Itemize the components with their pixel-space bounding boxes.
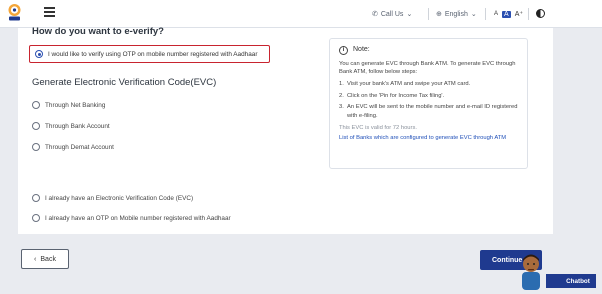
call-us-label: Call Us — [380, 10, 404, 18]
menu-hamburger-icon[interactable] — [44, 7, 55, 17]
radio-button[interactable] — [32, 101, 40, 109]
font-size-controls: A A A⁺ — [494, 0, 523, 28]
call-us-menu[interactable]: ✆ Call Us ⌄ — [372, 0, 412, 28]
radio-button[interactable] — [32, 194, 40, 202]
bank-list-link[interactable]: List of Banks which are configured to ge… — [339, 134, 518, 143]
page-question: How do you want to e-verify? — [32, 26, 164, 37]
chatbot-avatar-icon[interactable] — [515, 250, 547, 290]
chatbot-label: Chatbot — [566, 277, 590, 285]
otp-aadhaar-option[interactable]: I would like to verify using OTP on mobi… — [29, 45, 270, 63]
phone-icon: ✆ — [372, 11, 378, 18]
language-selector[interactable]: ⊕ English ⌄ — [436, 0, 477, 28]
emblem-logo-icon[interactable] — [6, 3, 23, 22]
font-normal-button[interactable]: A — [502, 10, 511, 18]
note-step: 2. Click on the 'Pin for Income Tax filin… — [339, 92, 445, 99]
chevron-down-icon: ⌄ — [406, 11, 413, 18]
note-panel: i Note: You can generate EVC through Ban… — [329, 38, 528, 169]
back-button[interactable]: ‹ Back — [21, 249, 69, 269]
option-demat-account[interactable]: Through Demat Account — [32, 143, 114, 151]
option-label: I would like to verify using OTP on mobi… — [48, 50, 258, 58]
radio-button[interactable] — [32, 143, 40, 151]
option-label: I already have an Electronic Verificatio… — [45, 194, 194, 202]
back-label: Back — [40, 255, 56, 263]
evc-section-heading: Generate Electronic Verification Code(EV… — [32, 77, 217, 88]
globe-icon: ⊕ — [436, 11, 442, 18]
option-existing-otp[interactable]: I already have an OTP on Mobile number r… — [32, 214, 231, 222]
note-header: i Note: — [339, 45, 518, 56]
chevron-down-icon: ⌄ — [470, 11, 477, 18]
radio-button[interactable] — [32, 214, 40, 222]
chatbot-button[interactable]: Chatbot — [546, 274, 596, 288]
language-label: English — [444, 10, 468, 18]
option-bank-account[interactable]: Through Bank Account — [32, 122, 110, 130]
note-step: 1. Visit your bank's ATM and swipe your A… — [339, 80, 471, 87]
info-icon: i — [339, 45, 348, 55]
note-step: 3. An EVC will be sent to the mobile numb… — [339, 104, 518, 119]
option-label: Through Bank Account — [45, 122, 110, 130]
chevron-left-icon: ‹ — [34, 255, 37, 263]
note-validity: This EVC is valid for 72 hours. — [339, 124, 417, 131]
divider — [485, 8, 486, 20]
option-net-banking[interactable]: Through Net Banking — [32, 101, 105, 109]
option-label: Through Demat Account — [45, 143, 114, 151]
note-intro: You can generate EVC through Bank ATM. T… — [339, 60, 516, 76]
option-label: I already have an OTP on Mobile number r… — [45, 214, 231, 222]
note-steps: 1. Visit your bank's ATM and swipe your A… — [339, 80, 518, 121]
divider — [528, 8, 529, 20]
note-title: Note: — [353, 46, 370, 53]
top-bar: ✆ Call Us ⌄ ⊕ English ⌄ A A A⁺ — [0, 0, 602, 28]
font-increase-button[interactable]: A⁺ — [515, 10, 523, 18]
divider — [428, 8, 429, 20]
radio-checked[interactable] — [35, 50, 43, 58]
font-decrease-button[interactable]: A — [494, 11, 498, 17]
radio-button[interactable] — [32, 122, 40, 130]
option-existing-evc[interactable]: I already have an Electronic Verificatio… — [32, 194, 193, 202]
option-label: Through Net Banking — [45, 101, 106, 109]
contrast-toggle-icon[interactable] — [536, 9, 545, 18]
